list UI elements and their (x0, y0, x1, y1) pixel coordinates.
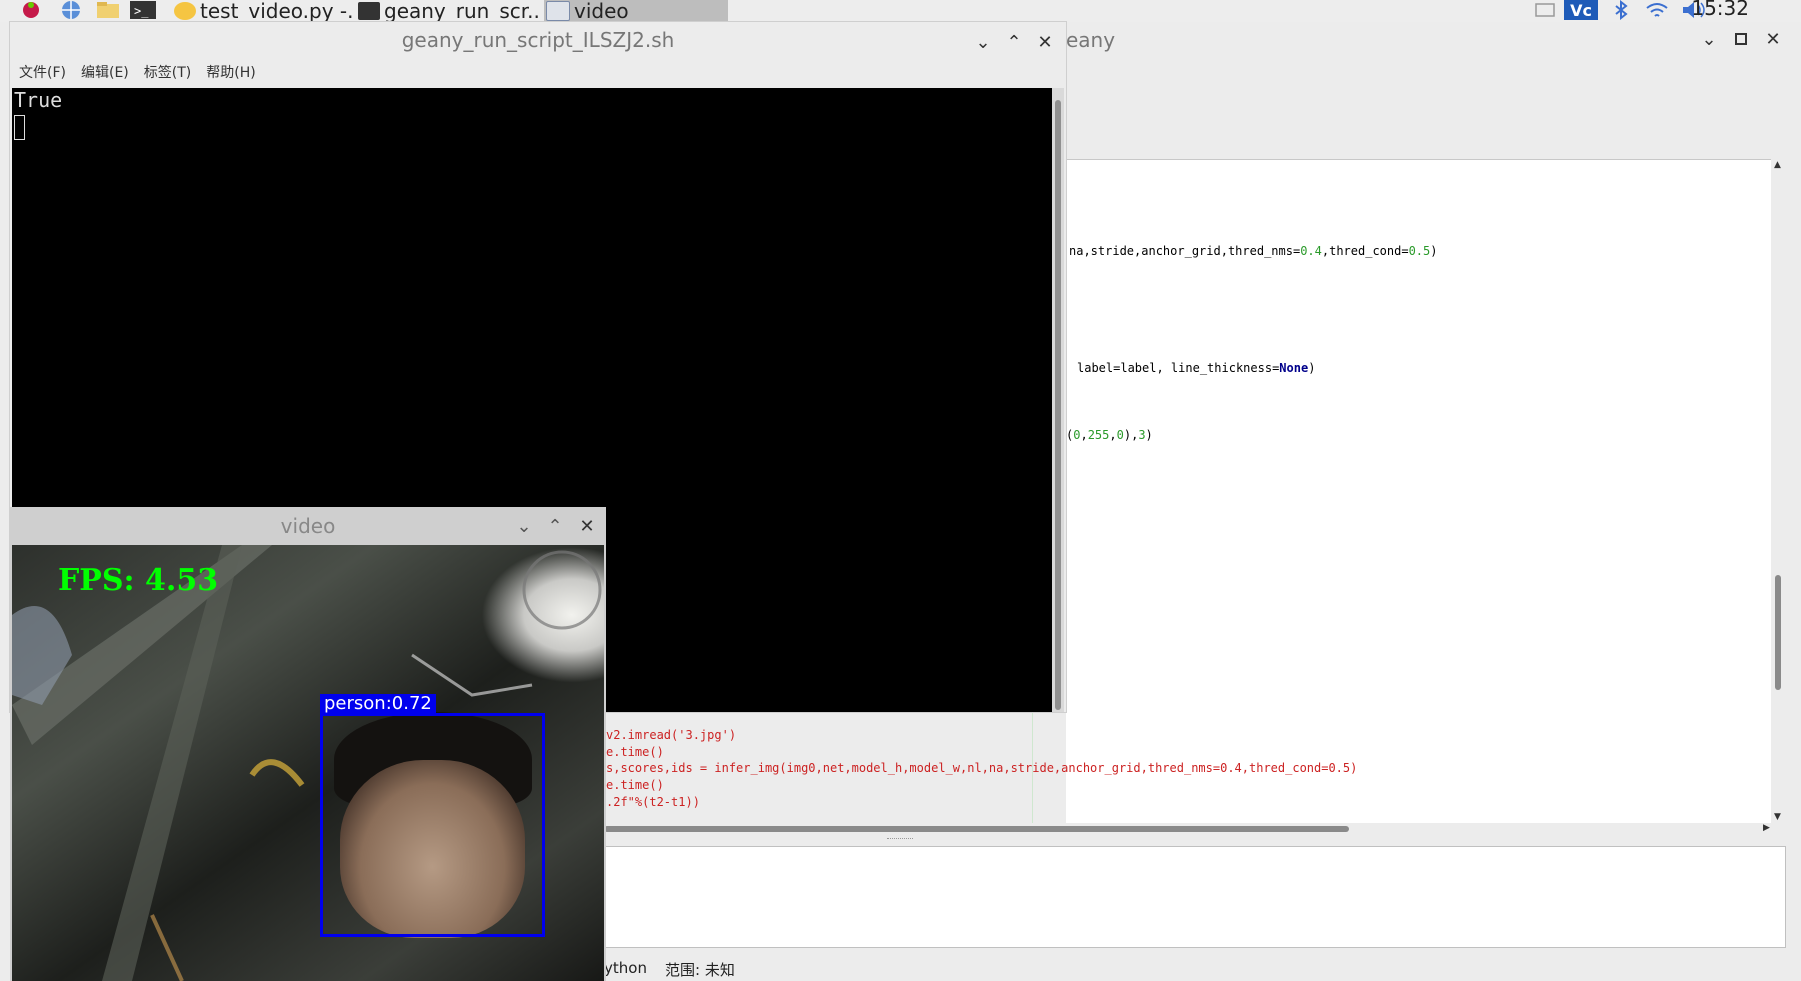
terminal-close-icon[interactable]: ✕ (1034, 31, 1056, 53)
menu-file[interactable]: 文件(F) (19, 62, 66, 86)
terminal-launcher-icon[interactable]: >_ (128, 0, 158, 20)
menu-help[interactable]: 帮助(H) (206, 62, 255, 86)
task-label: video (574, 0, 629, 22)
task-label: test_video.py -... (200, 0, 354, 22)
status-bar: ython 范围: 未知 (604, 955, 1784, 981)
fps-overlay: FPS: 4.53 (58, 563, 219, 598)
svg-text:>_: >_ (134, 4, 149, 18)
detection-bounding-box (320, 713, 545, 937)
detection-label: person:0.72 (320, 694, 436, 714)
task-video[interactable]: video (544, 0, 728, 22)
task-label: geany_run_scr... (384, 0, 538, 22)
terminal-output-text: True (14, 88, 63, 112)
editor-vertical-scrollbar[interactable] (1771, 159, 1785, 824)
scroll-up-arrow-icon[interactable]: ▲ (1774, 160, 1781, 170)
video-maximize-icon[interactable]: ⌃ (544, 515, 566, 537)
code-line: (0,255,0),3) (1066, 428, 1153, 442)
terminal-window-title: geany_run_script_ILSZJ2.sh (401, 28, 675, 52)
editor-vertical-scroll-thumb[interactable] (1775, 575, 1781, 690)
bluetooth-icon[interactable] (1610, 0, 1632, 20)
code-line: v2.imread('3.jpg') (606, 728, 737, 742)
taskbar: >_ test_video.py -... geany_run_scr... v… (0, 0, 1801, 22)
keyboard-icon[interactable] (1534, 0, 1556, 20)
editor-horizontal-scroll-thumb[interactable] (604, 826, 1349, 832)
geany-close-icon[interactable]: ✕ (1762, 28, 1784, 50)
geany-toolbar (1066, 58, 1789, 158)
terminal-minimize-icon[interactable]: ⌄ (972, 31, 994, 53)
terminal-scroll-thumb[interactable] (1055, 100, 1061, 710)
menu-edit[interactable]: 编辑(E) (81, 62, 129, 86)
geany-app-icon (174, 2, 196, 20)
geany-minimize-icon[interactable]: ⌄ (1698, 28, 1720, 50)
task-geany-run-script[interactable]: geany_run_scr... (358, 0, 538, 22)
vnc-icon[interactable]: Vc (1564, 0, 1598, 20)
message-pane[interactable] (604, 846, 1786, 948)
terminal-maximize-icon[interactable]: ⌃ (1003, 31, 1025, 53)
geany-window-title: eany (1066, 28, 1116, 52)
video-close-icon[interactable]: ✕ (576, 515, 598, 537)
clock[interactable]: 15:32 (1691, 0, 1749, 20)
geany-titlebar[interactable] (1040, 22, 1789, 58)
scroll-right-arrow-icon[interactable]: ▶ (1763, 823, 1770, 833)
code-line: na,stride,anchor_grid,thred_nms=0.4,thre… (1069, 244, 1438, 258)
browser-icon[interactable] (58, 0, 84, 20)
terminal-app-icon (358, 2, 380, 20)
wifi-icon[interactable] (1644, 0, 1670, 20)
terminal-cursor (14, 115, 25, 140)
status-filetype: ython (604, 959, 647, 977)
geany-maximize-icon[interactable] (1730, 28, 1752, 50)
raspberry-menu-icon[interactable] (18, 0, 44, 20)
pane-splitter-handle[interactable] (887, 838, 913, 843)
code-line: label=label, line_thickness=None) (1077, 361, 1316, 375)
scroll-down-arrow-icon[interactable]: ▼ (1774, 812, 1781, 822)
code-line: .2f"%(t2-t1)) (606, 795, 700, 809)
video-minimize-icon[interactable]: ⌄ (513, 515, 535, 537)
code-line: e.time() (606, 778, 664, 792)
code-line: s,scores,ids = infer_img(img0,net,model_… (606, 761, 1358, 775)
task-test-video[interactable]: test_video.py -... (174, 0, 354, 22)
menu-tabs[interactable]: 标签(T) (144, 62, 191, 86)
file-manager-icon[interactable] (94, 0, 122, 20)
terminal-menubar: 文件(F) 编辑(E) 标签(T) 帮助(H) (10, 62, 262, 86)
window-app-icon (546, 1, 570, 21)
status-scope: 范围: 未知 (665, 961, 735, 979)
code-line: e.time() (606, 745, 664, 759)
